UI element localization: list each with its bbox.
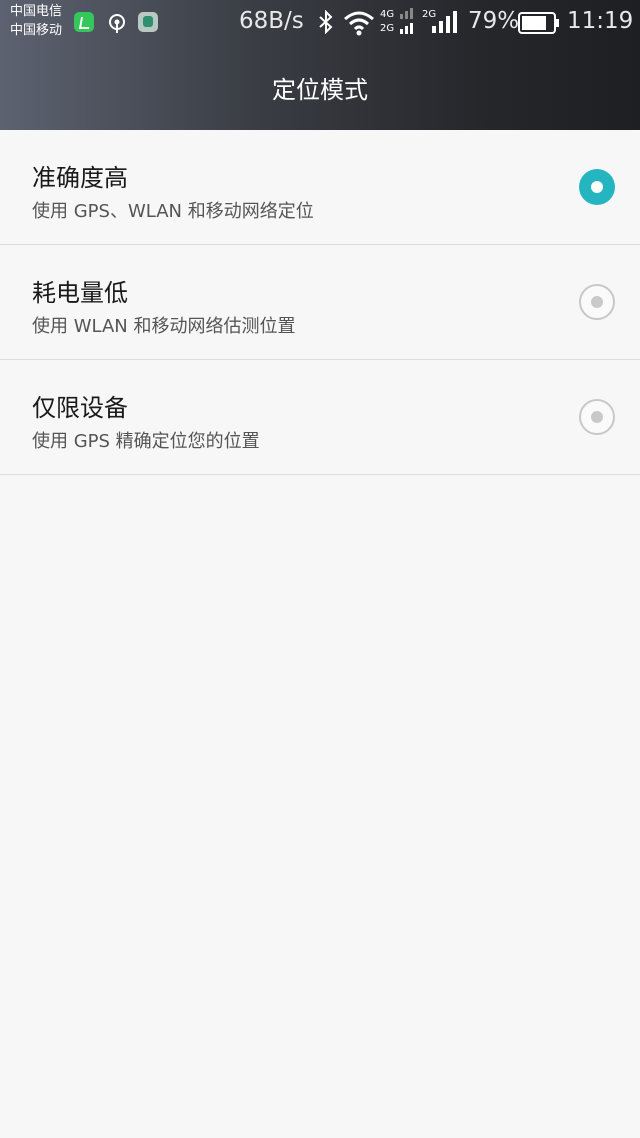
- carrier-2: 中国移动: [10, 23, 63, 38]
- page-title: 定位模式: [272, 76, 368, 104]
- app-notification-icon: [74, 12, 94, 32]
- option-subtitle: 使用 WLAN 和移动网络估测位置: [32, 316, 296, 337]
- option-title: 准确度高: [32, 164, 128, 192]
- option-battery-saving[interactable]: 耗电量低 使用 WLAN 和移动网络估测位置: [0, 245, 640, 360]
- network-type-label: 2G: [380, 23, 394, 34]
- carrier-labels: 中国电信 中国移动: [10, 2, 62, 40]
- battery-icon: [518, 12, 559, 34]
- network-type-label: 4G: [380, 9, 394, 20]
- radio-button-selected[interactable]: [579, 169, 615, 205]
- bluetooth-icon: [319, 10, 333, 34]
- hotspot-icon: [109, 14, 125, 33]
- option-title: 仅限设备: [32, 394, 128, 422]
- option-title: 耗电量低: [32, 279, 128, 307]
- clock: 11:19: [567, 8, 634, 34]
- location-mode-list: 准确度高 使用 GPS、WLAN 和移动网络定位 耗电量低 使用 WLAN 和移…: [0, 130, 640, 475]
- battery-percent: 79%: [468, 8, 520, 34]
- radio-button[interactable]: [579, 399, 615, 435]
- app-notification-icon: [138, 12, 158, 32]
- network-type-label: 2G: [422, 9, 436, 20]
- carrier-1: 中国电信: [10, 4, 63, 19]
- wifi-icon: [344, 11, 374, 36]
- cellular-signal-icon: 4G 2G: [380, 8, 413, 34]
- option-subtitle: 使用 GPS、WLAN 和移动网络定位: [32, 201, 314, 222]
- option-device-only[interactable]: 仅限设备 使用 GPS 精确定位您的位置: [0, 360, 640, 475]
- radio-button[interactable]: [579, 284, 615, 320]
- option-high-accuracy[interactable]: 准确度高 使用 GPS、WLAN 和移动网络定位: [0, 130, 640, 245]
- cellular-signal-icon: 2G: [422, 9, 457, 33]
- net-speed: 68B/s: [239, 8, 304, 34]
- app-header: 中国电信 中国移动 68B/s 4G 2G 2G 79% 11:19 定位模式: [0, 0, 640, 130]
- option-subtitle: 使用 GPS 精确定位您的位置: [32, 431, 260, 452]
- status-bar: 中国电信 中国移动 68B/s 4G 2G 2G 79% 11:19: [0, 0, 640, 48]
